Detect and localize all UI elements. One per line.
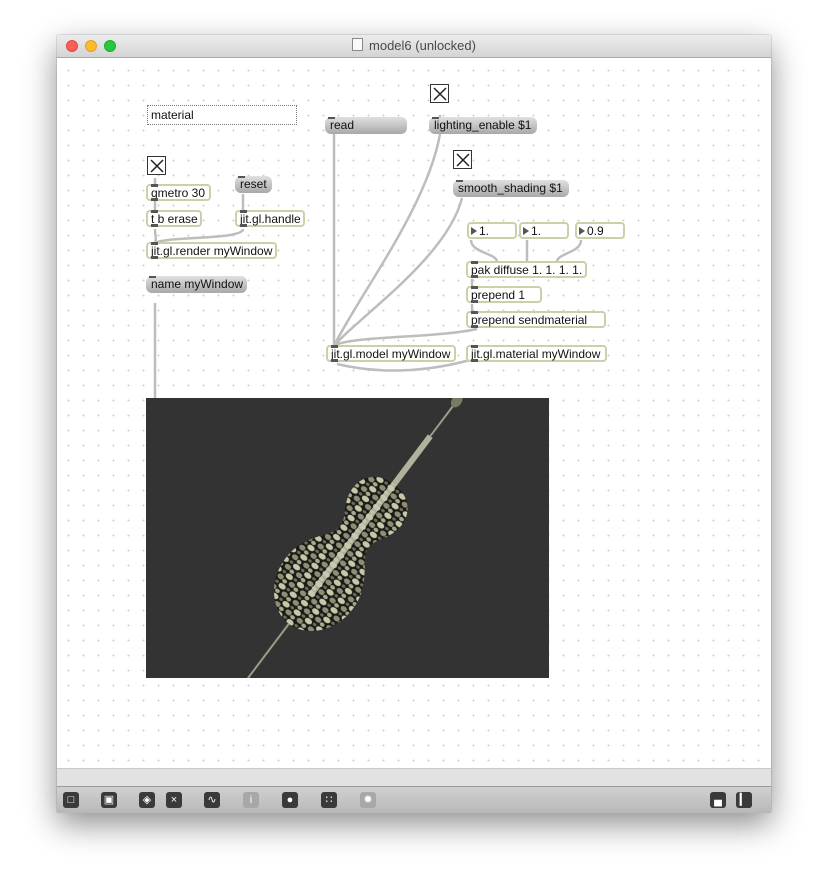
jit-gl-material-object[interactable]: jit.gl.material myWindow [466, 345, 607, 362]
window-title: model6 (unlocked) [57, 38, 771, 53]
diffuse-g-number[interactable]: 1. [519, 222, 569, 239]
console-icon[interactable]: ▄ [710, 792, 726, 808]
t-b-erase-object[interactable]: t b erase [146, 210, 202, 227]
diffuse-g-value: 1. [531, 224, 542, 238]
sidebar-icon[interactable]: ▎ [736, 792, 752, 808]
jit-gl-model-object[interactable]: jit.gl.model myWindow [326, 345, 456, 362]
patch-cord-icon[interactable]: ● [282, 792, 298, 808]
read-message[interactable]: read [325, 117, 407, 134]
snap-icon[interactable]: ✹ [360, 792, 376, 808]
qmetro-object[interactable]: qmetro 30 [146, 184, 211, 201]
diffuse-b-number[interactable]: 0.9 [575, 222, 625, 239]
cord-tberase-render [153, 228, 158, 244]
info-icon[interactable]: i [243, 792, 259, 808]
name-mywindow-message[interactable]: name myWindow [146, 276, 247, 293]
number-arrow-icon [471, 227, 477, 235]
presentation-icon[interactable]: ▣ [101, 792, 117, 808]
delete-icon[interactable]: × [166, 792, 182, 808]
status-band [57, 768, 771, 787]
document-icon [352, 38, 364, 51]
prepend-sendmaterial-object[interactable]: prepend sendmaterial [466, 311, 606, 328]
number-arrow-icon [523, 227, 529, 235]
inspector-icon[interactable]: ∿ [204, 792, 220, 808]
lighting-enable-message[interactable]: lighting_enable $1 [429, 117, 537, 134]
cord-prependsend-model [333, 327, 478, 348]
new-object-icon[interactable]: ◈ [139, 792, 155, 808]
patcher-window: model6 (unlocked) material qmetro 30 res… [57, 35, 771, 813]
title-bar[interactable]: model6 (unlocked) [57, 35, 771, 58]
reset-message[interactable]: reset [235, 176, 272, 193]
pak-diffuse-object[interactable]: pak diffuse 1. 1. 1. 1. [466, 261, 587, 278]
diffuse-r-number[interactable]: 1. [467, 222, 517, 239]
smooth-shading-toggle[interactable] [453, 150, 472, 169]
qmetro-toggle[interactable] [147, 156, 166, 175]
diffuse-r-value: 1. [479, 224, 490, 238]
cord-smooth-model [333, 197, 464, 347]
cord-num3-pak [555, 239, 583, 263]
cello-model-render [245, 394, 463, 681]
material-comment[interactable]: material [147, 105, 297, 125]
cord-handle-render [154, 228, 245, 245]
lock-icon[interactable]: □ [63, 792, 79, 808]
prepend-1-object[interactable]: prepend 1 [466, 286, 542, 303]
cord-lighting-model [332, 133, 442, 347]
jit-gl-render-object[interactable]: jit.gl.render myWindow [146, 242, 277, 259]
render-window [146, 394, 549, 681]
number-arrow-icon [579, 227, 585, 235]
window-title-text: model6 (unlocked) [369, 38, 476, 53]
cord-num1-pak [469, 239, 499, 263]
jit-gl-handle-object[interactable]: jit.gl.handle [235, 210, 305, 227]
smooth-shading-message[interactable]: smooth_shading $1 [453, 180, 569, 197]
lighting-toggle[interactable] [430, 84, 449, 103]
patcher-toolbar: □ ▣ ◈ × ∿ i ● ∷ ✹ ▄ ▎ [57, 786, 771, 813]
diffuse-b-value: 0.9 [587, 224, 604, 238]
grid-icon[interactable]: ∷ [321, 792, 337, 808]
